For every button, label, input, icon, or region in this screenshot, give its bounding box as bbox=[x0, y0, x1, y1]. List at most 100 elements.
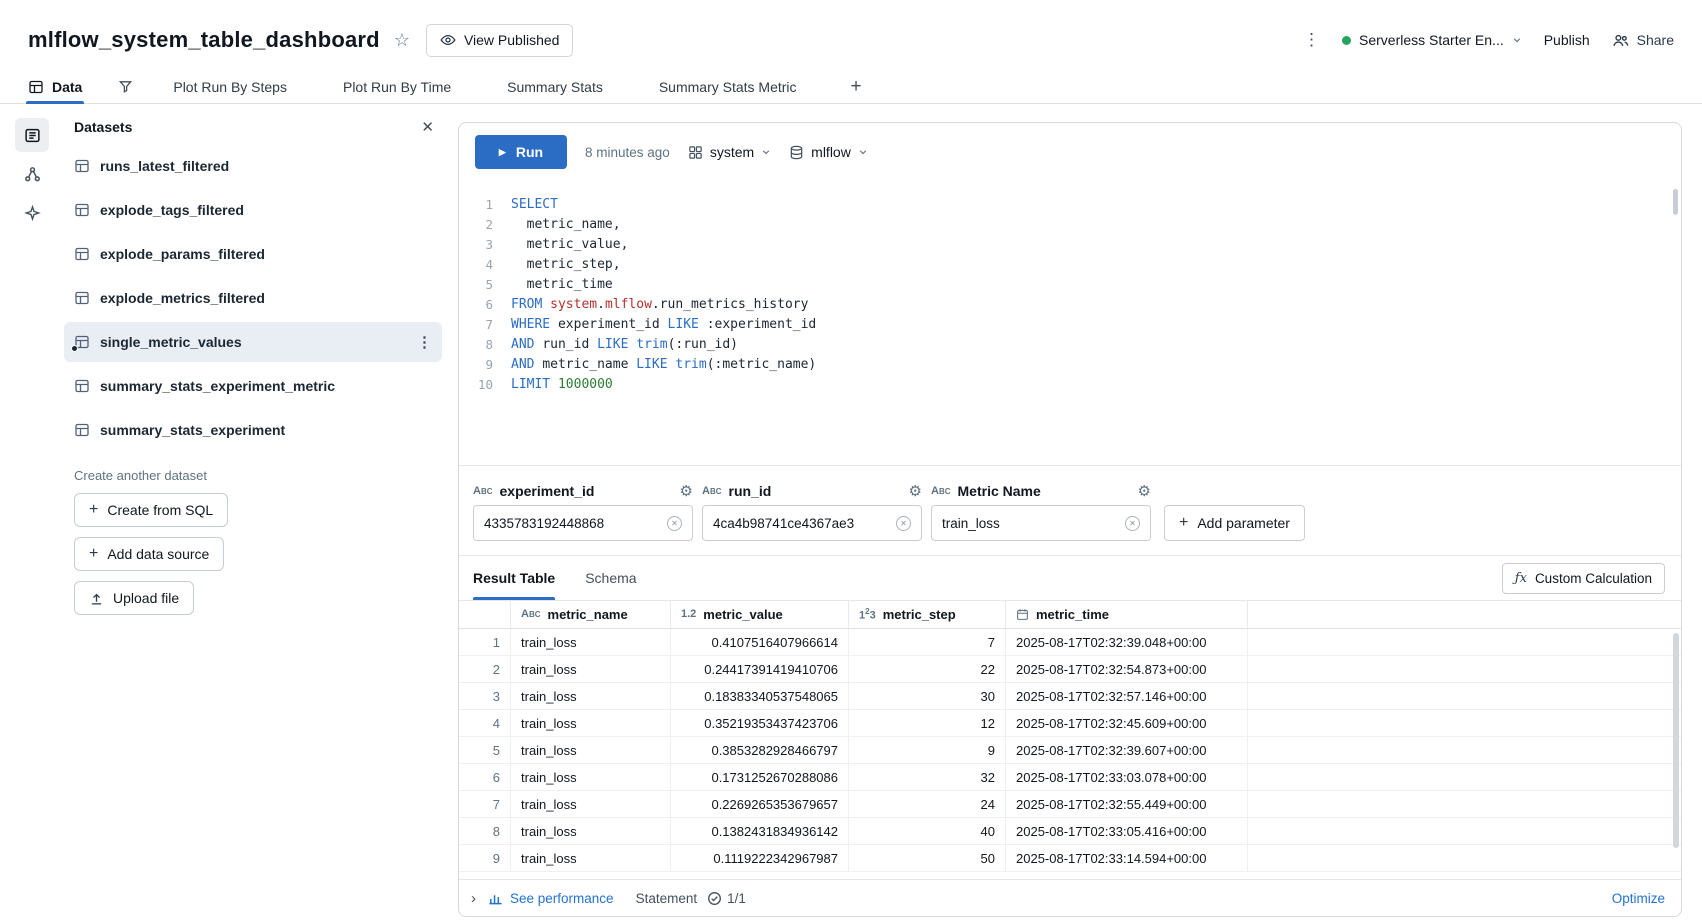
tab-data[interactable]: Data bbox=[26, 70, 84, 103]
gear-icon[interactable]: ⚙ bbox=[680, 484, 693, 499]
sql-token: experiment_id bbox=[558, 315, 668, 335]
column-header-metric-name[interactable]: ABCmetric_name bbox=[511, 601, 671, 628]
dataset-item-explode-metrics-filtered[interactable]: explode_metrics_filtered bbox=[64, 278, 442, 318]
scrollbar-thumb[interactable] bbox=[1673, 189, 1678, 215]
clear-icon[interactable]: ✕ bbox=[896, 516, 911, 531]
gear-icon[interactable]: ⚙ bbox=[909, 484, 922, 499]
statement-count: 1/1 bbox=[727, 891, 746, 906]
tab-result-table[interactable]: Result Table bbox=[473, 556, 555, 600]
row-number: 7 bbox=[459, 791, 511, 817]
upload-file-button[interactable]: Upload file bbox=[74, 581, 194, 615]
sql-token: LIKE bbox=[597, 335, 636, 355]
add-parameter-button[interactable]: + Add parameter bbox=[1164, 505, 1305, 541]
sql-code: 1SELECT2 metric_name,3 metric_value,4 me… bbox=[459, 195, 1681, 395]
play-icon: ▶ bbox=[499, 148, 506, 157]
expand-chevron-icon[interactable]: › bbox=[471, 891, 476, 906]
parameter-input[interactable]: 4335783192448868✕ bbox=[473, 505, 693, 541]
table-row: 3train_loss0.18383340537548065302025-08-… bbox=[459, 683, 1681, 710]
chevron-down-icon bbox=[1512, 35, 1522, 45]
parameter-name: experiment_id bbox=[500, 483, 595, 499]
dataset-item-runs-latest-filtered[interactable]: runs_latest_filtered bbox=[64, 146, 442, 186]
tab-plot-run-by-time[interactable]: Plot Run By Time bbox=[341, 70, 453, 103]
dataset-menu-icon[interactable]: ⋮ bbox=[417, 333, 432, 351]
column-header-metric-time[interactable]: metric_time bbox=[1006, 601, 1248, 628]
cell-metric-name: train_loss bbox=[511, 764, 671, 790]
column-header-metric-value[interactable]: 1.2metric_value bbox=[671, 601, 849, 628]
see-performance-label: See performance bbox=[510, 891, 614, 906]
cell-metric-step: 40 bbox=[849, 818, 1006, 844]
publish-button[interactable]: Publish bbox=[1544, 32, 1590, 48]
filter-icon[interactable] bbox=[118, 79, 133, 94]
share-button[interactable]: Share bbox=[1612, 32, 1674, 49]
dataset-item-single-metric-values[interactable]: single_metric_values⋮ bbox=[64, 322, 442, 362]
clear-icon[interactable]: ✕ bbox=[667, 516, 682, 531]
sql-token: metric_name bbox=[542, 355, 636, 375]
result-table-label: Result Table bbox=[473, 570, 555, 586]
schema-selector[interactable]: mlflow bbox=[789, 144, 868, 160]
environment-selector[interactable]: Serverless Starter En... bbox=[1342, 32, 1522, 48]
optimize-link[interactable]: Optimize bbox=[1612, 891, 1665, 906]
parameter-input[interactable]: train_loss✕ bbox=[931, 505, 1151, 541]
favorite-star-icon[interactable]: ☆ bbox=[394, 30, 410, 51]
close-icon[interactable]: ✕ bbox=[421, 118, 434, 136]
tab-schema[interactable]: Schema bbox=[585, 556, 636, 600]
parameters-bar: ABCexperiment_id⚙4335783192448868✕ABCrun… bbox=[459, 465, 1681, 555]
dataset-item-summary-stats-experiment[interactable]: summary_stats_experiment bbox=[64, 410, 442, 450]
see-performance-link[interactable]: See performance bbox=[488, 891, 614, 906]
sql-line: 1SELECT bbox=[459, 195, 1681, 215]
column-header-metric-step[interactable]: 123metric_step bbox=[849, 601, 1006, 628]
dataset-item-explode-tags-filtered[interactable]: explode_tags_filtered bbox=[64, 190, 442, 230]
lineage-icon[interactable] bbox=[15, 157, 49, 191]
scrollbar-thumb[interactable] bbox=[1673, 633, 1679, 848]
results-tabs: Result Table Schema ƒx Custom Calculatio… bbox=[459, 555, 1681, 600]
dataset-name: explode_metrics_filtered bbox=[100, 290, 265, 306]
run-label: Run bbox=[516, 144, 543, 160]
view-published-button[interactable]: View Published bbox=[426, 24, 573, 57]
sql-line: 6FROM system.mlflow.run_metrics_history bbox=[459, 295, 1681, 315]
sql-token: LIMIT bbox=[511, 375, 558, 395]
catalog-icon bbox=[688, 145, 703, 160]
parameter-header: ABCrun_id⚙ bbox=[702, 477, 922, 505]
datasets-panel-icon[interactable] bbox=[15, 118, 49, 152]
sql-token: SELECT bbox=[511, 195, 558, 215]
more-menu-icon[interactable]: ⋮ bbox=[1303, 30, 1320, 50]
page-tabs-rest: Plot Run By Steps Plot Run By Time Summary… bbox=[171, 70, 850, 103]
sql-token: (:run_id) bbox=[668, 335, 738, 355]
line-number: 3 bbox=[459, 235, 511, 255]
schema-name: mlflow bbox=[811, 144, 851, 160]
parameter-input[interactable]: 4ca4b98741ce4367ae3✕ bbox=[702, 505, 922, 541]
custom-calculation-button[interactable]: ƒx Custom Calculation bbox=[1502, 563, 1665, 594]
assistant-sparkle-icon[interactable] bbox=[15, 196, 49, 230]
tab-summary-stats-metric[interactable]: Summary Stats Metric bbox=[657, 70, 799, 103]
parameter-name: run_id bbox=[729, 483, 772, 499]
tab-plot-run-by-steps[interactable]: Plot Run By Steps bbox=[171, 70, 289, 103]
dataset-editor-card: ▶ Run 8 minutes ago system mlflow 1SELEC… bbox=[458, 122, 1682, 917]
cell-metric-value: 0.1119222342967987 bbox=[671, 845, 849, 871]
catalog-selector[interactable]: system bbox=[688, 144, 771, 160]
clear-icon[interactable]: ✕ bbox=[1125, 516, 1140, 531]
table-icon bbox=[74, 158, 90, 174]
dataset-item-summary-stats-experiment-metric[interactable]: summary_stats_experiment_metric bbox=[64, 366, 442, 406]
cell-metric-step: 50 bbox=[849, 845, 1006, 871]
calendar-icon bbox=[1016, 608, 1029, 621]
gear-icon[interactable]: ⚙ bbox=[1138, 484, 1151, 499]
cell-metric-value: 0.1731252670288086 bbox=[671, 764, 849, 790]
run-button[interactable]: ▶ Run bbox=[475, 135, 567, 169]
create-from-sql-button[interactable]: + Create from SQL bbox=[74, 493, 228, 527]
add-data-source-button[interactable]: + Add data source bbox=[74, 537, 224, 571]
sql-token: FROM bbox=[511, 295, 550, 315]
table-grid-icon bbox=[28, 79, 44, 95]
cell-metric-name: train_loss bbox=[511, 656, 671, 682]
string-type-icon: ABC bbox=[473, 486, 493, 497]
dataset-item-explode-params-filtered[interactable]: explode_params_filtered bbox=[64, 234, 442, 274]
line-number: 2 bbox=[459, 215, 511, 235]
add-page-icon[interactable]: + bbox=[851, 76, 862, 98]
sql-token: .run_metrics_history bbox=[652, 295, 809, 315]
plus-icon: + bbox=[89, 546, 98, 562]
table-row: 6train_loss0.1731252670288086322025-08-1… bbox=[459, 764, 1681, 791]
sql-editor[interactable]: 1SELECT2 metric_name,3 metric_value,4 me… bbox=[459, 181, 1681, 465]
cell-metric-time: 2025-08-17T02:32:39.607+00:00 bbox=[1006, 737, 1248, 763]
table-header-row: ABCmetric_name1.2metric_value123metric_s… bbox=[459, 601, 1681, 629]
sql-line: 3 metric_value, bbox=[459, 235, 1681, 255]
tab-summary-stats[interactable]: Summary Stats bbox=[505, 70, 605, 103]
